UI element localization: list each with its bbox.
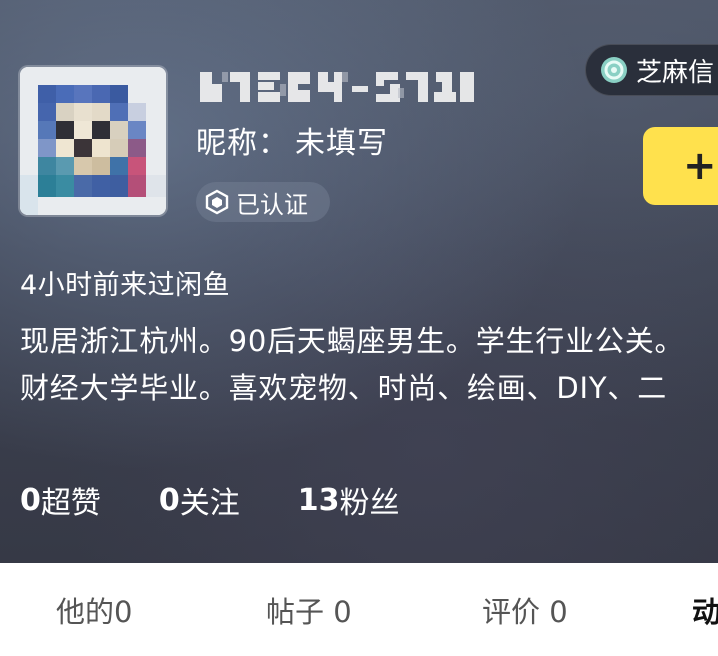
stat-following[interactable]: 0 关注 <box>159 478 240 522</box>
verified-shield-icon <box>204 189 230 215</box>
tabs-bar: 他的0 帖子 0 评价 0 动 <box>0 563 718 656</box>
stat-label: 关注 <box>179 486 240 521</box>
nickname-value: 未填写 <box>295 126 388 161</box>
verified-badge[interactable]: 已认证 <box>196 182 330 222</box>
bio-line-2: 财经大学毕业。喜欢宠物、时尚、绘画、DIY、二 <box>20 371 667 405</box>
profile-header: 昵称： 未填写 已认证 芝麻信 + 4小时前来过闲鱼 现居浙江杭州。90后天蝎座… <box>0 0 718 563</box>
user-id <box>196 66 476 110</box>
zhima-credit-icon <box>600 56 628 84</box>
zhima-credit-button[interactable]: 芝麻信 <box>585 44 718 96</box>
tab-items[interactable]: 他的0 <box>56 563 132 656</box>
follow-button[interactable]: + <box>643 127 718 205</box>
stat-count: 0 <box>20 482 41 518</box>
stats-row: 0 超赞 0 关注 13 粉丝 <box>20 478 458 522</box>
plus-icon: + <box>683 143 717 189</box>
verified-label: 已认证 <box>236 190 308 219</box>
stat-count: 0 <box>158 482 180 518</box>
stat-likes[interactable]: 0 超赞 <box>20 478 101 522</box>
nickname-label: 昵称： <box>196 126 289 161</box>
tab-activity[interactable]: 动 <box>692 563 718 656</box>
bio-line-1: 现居浙江杭州。90后天蝎座男生。学生行业公关。 <box>20 324 685 358</box>
tab-posts[interactable]: 帖子 0 <box>266 563 352 656</box>
avatar[interactable] <box>20 67 166 215</box>
zhima-credit-label: 芝麻信 <box>636 57 715 88</box>
stat-label: 粉丝 <box>339 486 400 521</box>
stat-count: 13 <box>297 482 340 518</box>
tab-reviews[interactable]: 评价 0 <box>482 563 568 656</box>
last-seen-text: 4小时前来过闲鱼 <box>20 270 231 301</box>
stat-followers[interactable]: 13 粉丝 <box>298 478 400 522</box>
nickname-row: 昵称： 未填写 <box>196 120 388 161</box>
stat-label: 超赞 <box>40 486 101 521</box>
